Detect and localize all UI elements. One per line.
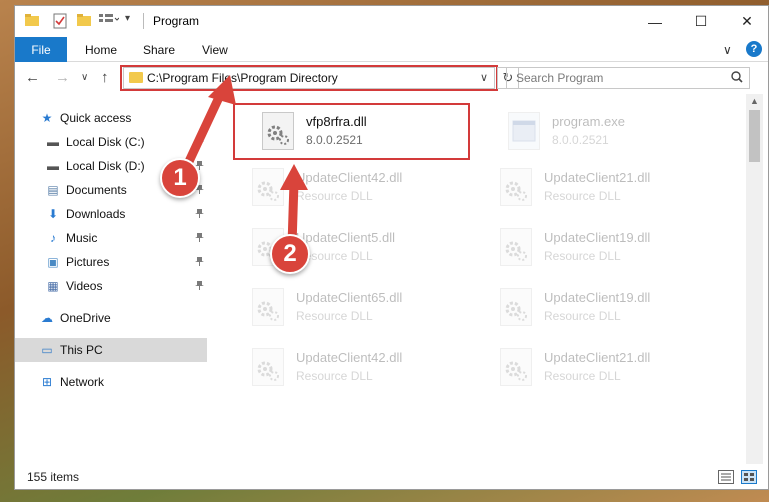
search-input[interactable]: Search Program bbox=[506, 67, 750, 89]
explorer-window: ▾ Program — ☐ ✕ File Home Share View ∨ ?… bbox=[14, 5, 769, 490]
file-item[interactable]: UpdateClient19.dll Resource DLL bbox=[492, 220, 732, 276]
sidebar-item-label: OneDrive bbox=[60, 311, 111, 325]
minimize-button[interactable]: — bbox=[632, 6, 678, 37]
customize-toolbar-icon[interactable]: ▾ bbox=[125, 13, 135, 29]
file-item[interactable]: UpdateClient19.dll Resource DLL bbox=[492, 280, 732, 336]
sidebar-item-label: Music bbox=[66, 231, 98, 245]
dll-gear-icon bbox=[500, 348, 532, 386]
scroll-thumb[interactable] bbox=[749, 110, 760, 162]
file-details: Resource DLL bbox=[544, 309, 621, 323]
file-name: UpdateClient19.dll bbox=[544, 230, 651, 245]
close-button[interactable]: ✕ bbox=[724, 6, 769, 37]
sidebar-item-label: Quick access bbox=[60, 111, 132, 125]
file-item[interactable]: UpdateClient21.dll Resource DLL bbox=[492, 160, 732, 216]
title-divider bbox=[143, 13, 144, 29]
sidebar-item-music[interactable]: ♪ Music bbox=[15, 226, 207, 250]
drive-icon: ▬ bbox=[47, 159, 59, 173]
properties-icon[interactable] bbox=[53, 13, 67, 29]
search-icon bbox=[731, 71, 743, 86]
exe-icon bbox=[508, 112, 540, 150]
folder-icon bbox=[25, 13, 39, 29]
sidebar-item-label: Downloads bbox=[66, 207, 126, 221]
file-details: Resource DLL bbox=[544, 189, 621, 203]
file-item[interactable]: UpdateClient21.dll Resource DLL bbox=[492, 340, 732, 396]
view-options-icon[interactable] bbox=[99, 13, 120, 29]
file-name: UpdateClient19.dll bbox=[544, 290, 651, 305]
window-title: Program bbox=[153, 14, 200, 28]
large-icons-view-icon[interactable] bbox=[741, 470, 757, 484]
tab-share[interactable]: Share bbox=[143, 43, 175, 57]
sidebar-item-label: This PC bbox=[60, 343, 103, 357]
step-1-badge: 1 bbox=[160, 158, 200, 198]
dll-gear-icon bbox=[252, 348, 284, 386]
drive-icon: ▬ bbox=[47, 135, 59, 149]
network-icon: ⊞ bbox=[41, 375, 53, 389]
sidebar-item-label: Videos bbox=[66, 279, 103, 293]
file-item[interactable]: UpdateClient42.dll Resource DLL bbox=[244, 340, 484, 396]
file-name: UpdateClient21.dll bbox=[544, 170, 651, 185]
sidebar-item-network[interactable]: ⊞ Network bbox=[15, 370, 207, 394]
item-count: 155 items bbox=[27, 470, 80, 484]
new-folder-icon[interactable] bbox=[77, 13, 91, 29]
tab-view[interactable]: View bbox=[202, 43, 228, 57]
scroll-up-icon[interactable]: ▲ bbox=[750, 96, 759, 106]
maximize-button[interactable]: ☐ bbox=[678, 6, 724, 37]
expand-ribbon-icon[interactable]: ∨ bbox=[723, 43, 732, 57]
title-bar: ▾ Program — ☐ ✕ bbox=[15, 6, 768, 37]
file-name: UpdateClient42.dll bbox=[296, 350, 403, 365]
tab-home[interactable]: Home bbox=[85, 43, 117, 57]
dll-gear-icon bbox=[500, 228, 532, 266]
details-view-icon[interactable] bbox=[718, 470, 734, 484]
pin-icon bbox=[195, 280, 204, 293]
forward-button[interactable]: → bbox=[55, 69, 70, 86]
file-item[interactable]: UpdateClient65.dll Resource DLL bbox=[244, 280, 484, 336]
sidebar-item-label: Pictures bbox=[66, 255, 110, 269]
pin-icon bbox=[195, 256, 204, 269]
up-button[interactable]: ↑ bbox=[101, 69, 109, 86]
step-2-badge: 2 bbox=[270, 234, 310, 274]
sidebar-item-this-pc[interactable]: ▭ This PC bbox=[15, 338, 207, 362]
file-name: UpdateClient21.dll bbox=[544, 350, 651, 365]
sidebar-item-label: Local Disk (D:) bbox=[66, 159, 145, 173]
download-icon: ⬇ bbox=[47, 207, 59, 221]
file-name: UpdateClient65.dll bbox=[296, 290, 403, 305]
pictures-icon: ▣ bbox=[47, 255, 59, 269]
file-highlight-box bbox=[233, 103, 470, 160]
pin-icon bbox=[195, 232, 204, 245]
file-item[interactable]: program.exe 8.0.0.2521 bbox=[500, 104, 740, 160]
search-placeholder: Search Program bbox=[516, 71, 604, 85]
recent-locations-button[interactable]: ∨ bbox=[81, 72, 88, 83]
documents-icon: ▤ bbox=[47, 183, 59, 197]
cloud-icon: ☁ bbox=[41, 311, 53, 325]
computer-icon: ▭ bbox=[41, 343, 53, 357]
ribbon: File Home Share View ∨ ? bbox=[15, 37, 768, 62]
file-details: Resource DLL bbox=[296, 309, 373, 323]
dll-gear-icon bbox=[252, 288, 284, 326]
sidebar-item-downloads[interactable]: ⬇ Downloads bbox=[15, 202, 207, 226]
status-bar: 155 items bbox=[15, 464, 768, 491]
back-button[interactable]: ← bbox=[25, 69, 40, 86]
star-icon: ★ bbox=[41, 111, 53, 125]
dll-gear-icon bbox=[500, 168, 532, 206]
file-name: program.exe bbox=[552, 114, 625, 129]
file-details: Resource DLL bbox=[296, 369, 373, 383]
sidebar-item-label: Documents bbox=[66, 183, 127, 197]
sidebar-item-pictures[interactable]: ▣ Pictures bbox=[15, 250, 207, 274]
videos-icon: ▦ bbox=[47, 279, 59, 293]
sidebar-item-label: Local Disk (C:) bbox=[66, 135, 145, 149]
music-icon: ♪ bbox=[50, 231, 56, 245]
file-details: Resource DLL bbox=[544, 249, 621, 263]
tab-file[interactable]: File bbox=[15, 37, 67, 62]
sidebar-item-videos[interactable]: ▦ Videos bbox=[15, 274, 207, 298]
pin-icon bbox=[195, 208, 204, 221]
sidebar-item-label: Network bbox=[60, 375, 105, 389]
sidebar-item-onedrive[interactable]: ☁ OneDrive bbox=[15, 306, 207, 330]
vertical-scrollbar[interactable]: ▲ bbox=[746, 94, 763, 464]
dll-gear-icon bbox=[500, 288, 532, 326]
navigation-bar: ← → ∨ ↑ C:\Program Files\Program Directo… bbox=[15, 62, 768, 94]
file-details: Resource DLL bbox=[544, 369, 621, 383]
file-details: 8.0.0.2521 bbox=[552, 133, 609, 147]
help-icon[interactable]: ? bbox=[746, 41, 762, 57]
